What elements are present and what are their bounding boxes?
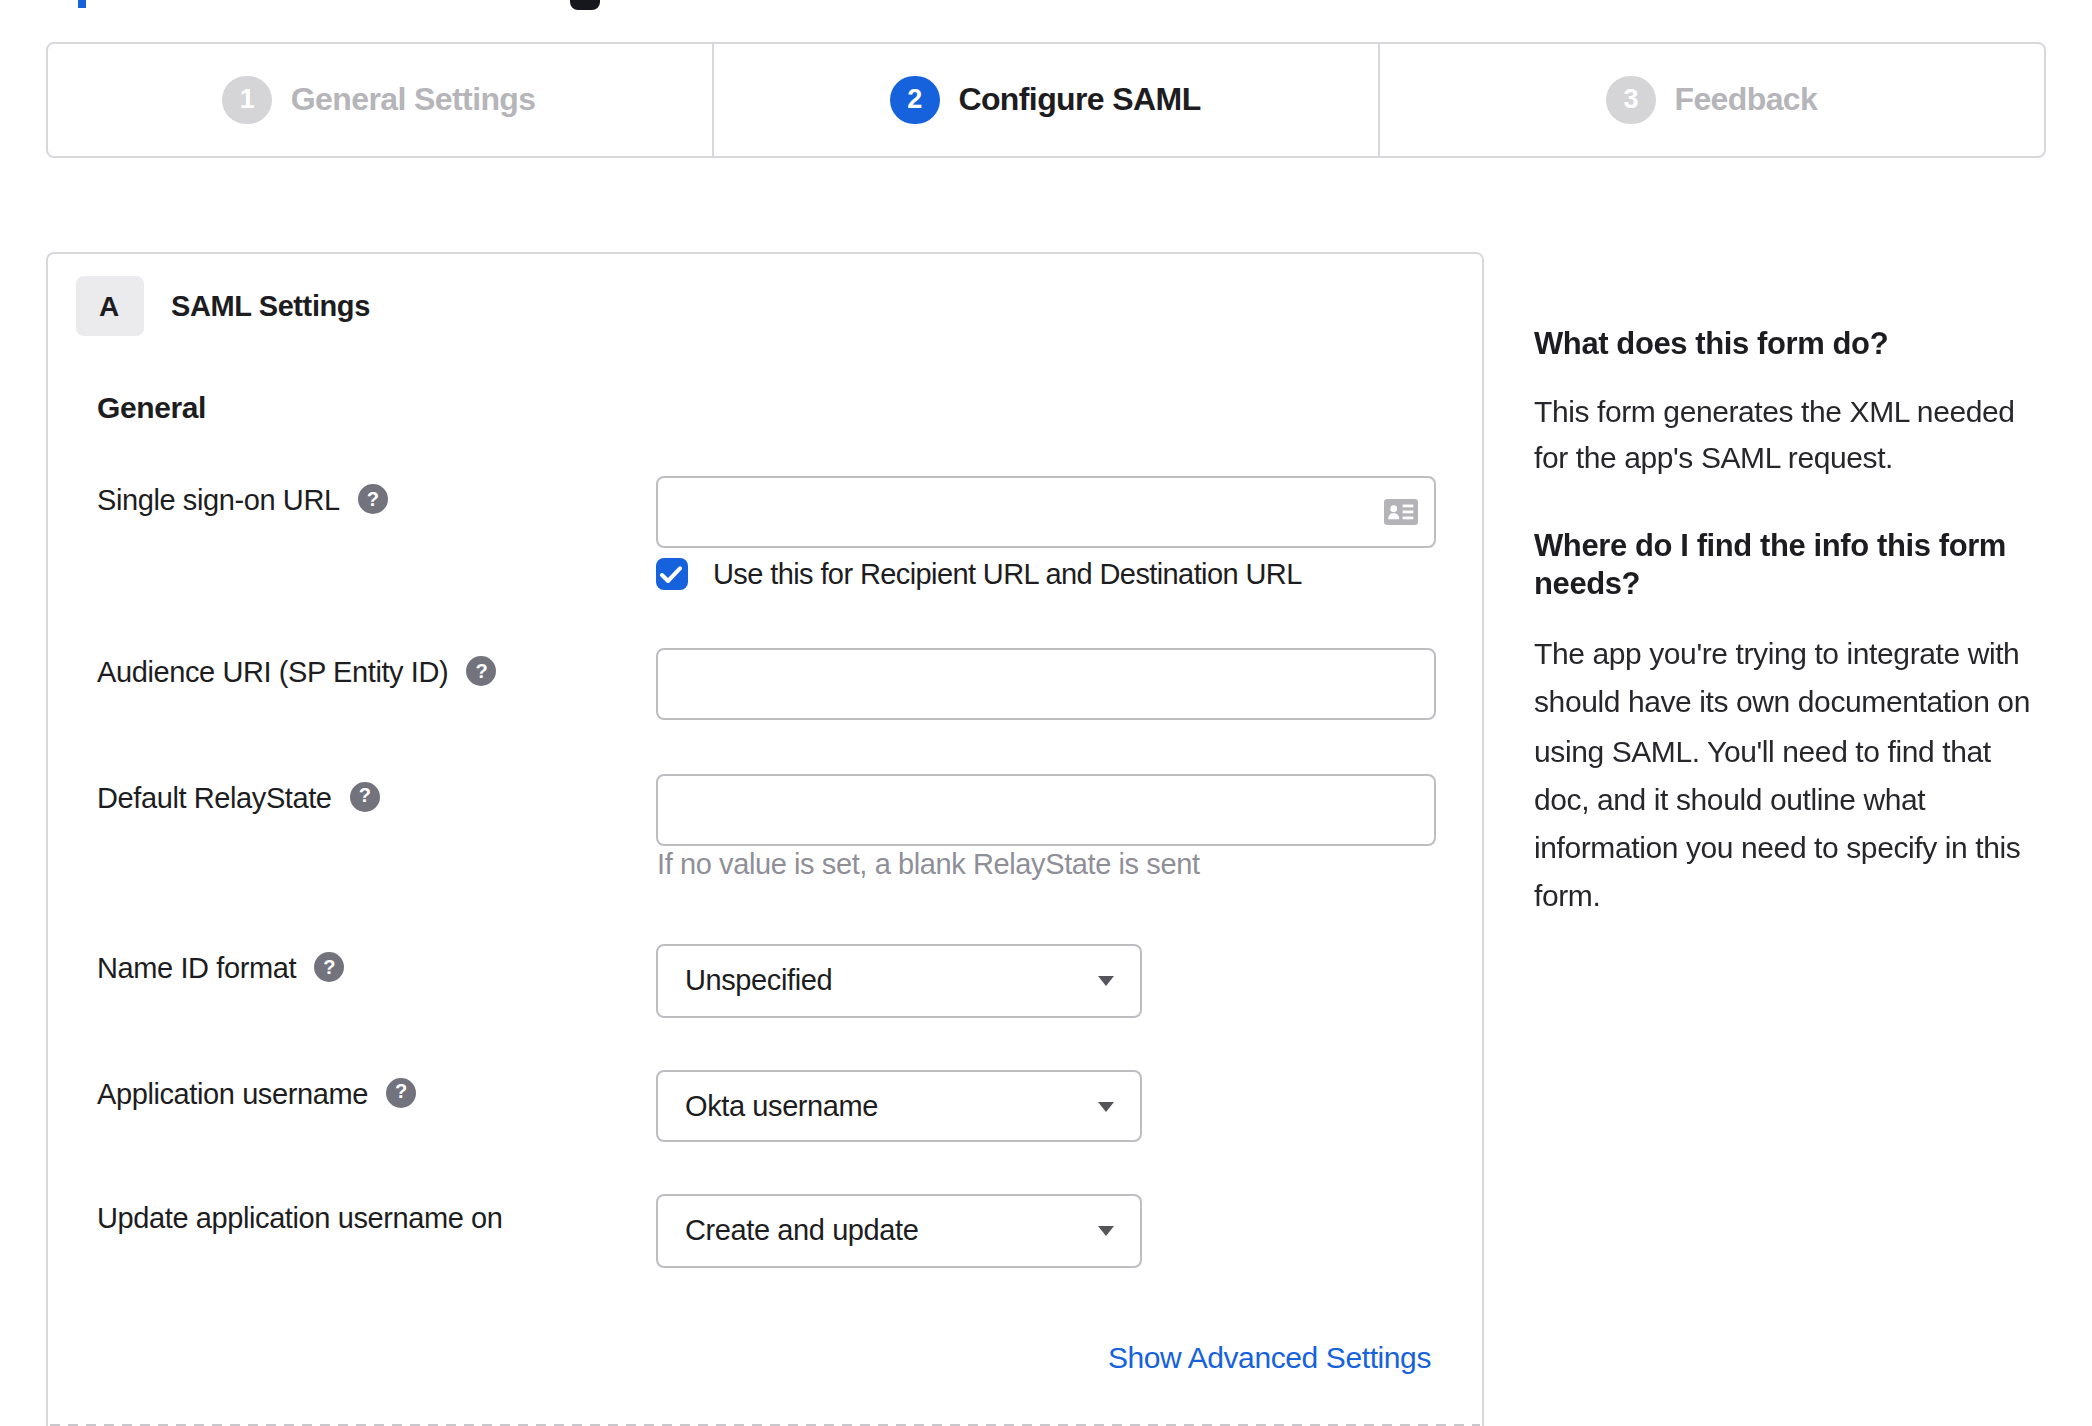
saml-settings-panel: A SAML Settings General Single sign-on U…	[45, 252, 1483, 1426]
update-username-row: Update application username on Create an…	[97, 1194, 1431, 1267]
update-username-label-text: Update application username on	[97, 1196, 503, 1240]
sidebar-question-2: Where do I find the info this form needs…	[1534, 526, 2054, 602]
name-id-format-select[interactable]: Unspecified	[655, 944, 1141, 1017]
step-3-circle: 3	[1606, 75, 1655, 124]
sso-url-label-text: Single sign-on URL	[97, 478, 340, 522]
help-icon[interactable]: ?	[350, 781, 380, 811]
step-3-label: Feedback	[1674, 82, 1817, 118]
panel-title: SAML Settings	[171, 290, 370, 322]
section-letter-badge: A	[75, 276, 143, 336]
panel-header: A SAML Settings	[75, 276, 370, 336]
name-id-format-label-text: Name ID format	[97, 946, 296, 990]
sso-url-row: Single sign-on URL ?	[97, 476, 1431, 548]
relay-state-row: Default RelayState ?	[97, 773, 1431, 845]
step-1-circle: 1	[223, 75, 272, 124]
step-configure-saml[interactable]: 2 Configure SAML	[711, 44, 1377, 155]
sidebar-answer-1: This form generates the XML needed for t…	[1534, 388, 2054, 480]
help-icon[interactable]: ?	[386, 1077, 416, 1107]
recipient-url-checkbox[interactable]	[655, 558, 687, 590]
help-sidebar: What does this form do? This form genera…	[1534, 324, 2054, 922]
sidebar-question-1: What does this form do?	[1534, 324, 2054, 364]
step-1-label: General Settings	[291, 82, 536, 118]
name-id-format-row: Name ID format ? Unspecified	[97, 944, 1431, 1017]
wizard-stepper: 1 General Settings 2 Configure SAML 3 Fe…	[45, 42, 2046, 157]
relay-state-label: Default RelayState ?	[97, 773, 655, 845]
step-general-settings[interactable]: 1 General Settings	[47, 44, 711, 155]
application-username-label-text: Application username	[97, 1071, 368, 1115]
help-icon[interactable]: ?	[358, 484, 388, 514]
relay-state-hint: If no value is set, a blank RelayState i…	[657, 848, 1200, 880]
dropdown-caret-icon	[1097, 976, 1113, 986]
group-title: General	[97, 390, 206, 424]
name-id-format-label: Name ID format ?	[97, 944, 655, 1017]
application-username-select[interactable]: Okta username	[655, 1069, 1141, 1142]
update-username-select[interactable]: Create and update	[655, 1194, 1141, 1267]
cutoff-blue-element	[77, 0, 86, 7]
application-username-value: Okta username	[685, 1090, 878, 1122]
checkmark-icon	[660, 565, 682, 583]
sso-checkbox-row: Use this for Recipient URL and Destinati…	[655, 558, 1302, 590]
help-icon[interactable]: ?	[314, 952, 344, 982]
relay-state-label-text: Default RelayState	[97, 775, 332, 819]
audience-uri-row: Audience URI (SP Entity ID) ?	[97, 648, 1431, 720]
show-advanced-settings-link[interactable]: Show Advanced Settings	[1108, 1338, 1431, 1378]
cutoff-black-icon	[570, 0, 600, 9]
name-id-format-value: Unspecified	[685, 965, 832, 997]
application-username-row: Application username ? Okta username	[97, 1069, 1431, 1142]
audience-uri-label: Audience URI (SP Entity ID) ?	[97, 648, 655, 720]
recipient-url-checkbox-label: Use this for Recipient URL and Destinati…	[713, 558, 1302, 590]
step-2-label: Configure SAML	[958, 82, 1200, 118]
help-icon[interactable]: ?	[466, 656, 496, 686]
contact-card-icon	[1383, 499, 1417, 525]
update-username-value: Create and update	[685, 1215, 918, 1247]
page: 1 General Settings 2 Configure SAML 3 Fe…	[0, 0, 2092, 1426]
audience-uri-input[interactable]	[655, 648, 1435, 720]
update-username-label: Update application username on	[97, 1194, 655, 1267]
application-username-label: Application username ?	[97, 1069, 655, 1142]
sso-url-label: Single sign-on URL ?	[97, 476, 655, 548]
sso-url-input[interactable]	[655, 476, 1435, 548]
dropdown-caret-icon	[1097, 1101, 1113, 1111]
sidebar-answer-2: The app you're trying to integrate with …	[1534, 630, 2054, 922]
step-2-circle: 2	[890, 75, 939, 124]
step-feedback[interactable]: 3 Feedback	[1378, 44, 2044, 155]
audience-uri-label-text: Audience URI (SP Entity ID)	[97, 650, 448, 694]
dropdown-caret-icon	[1097, 1226, 1113, 1236]
relay-state-input[interactable]	[655, 773, 1435, 845]
